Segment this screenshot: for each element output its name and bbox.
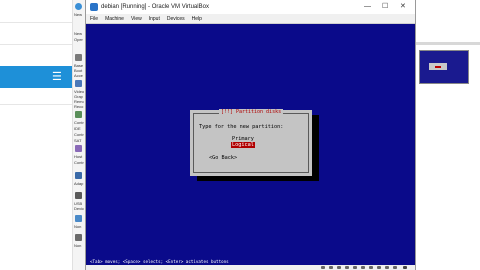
details-item: Contr xyxy=(74,132,84,137)
mouse-status-icon[interactable] xyxy=(385,266,389,269)
vm-menu-icon[interactable]: ☰ xyxy=(52,70,64,84)
hdd-status-icon[interactable] xyxy=(321,266,325,269)
audio-icon xyxy=(75,145,82,152)
menu-bar: File Machine View Input Devices Help xyxy=(86,14,415,24)
menu-file[interactable]: File xyxy=(90,16,98,22)
display-icon xyxy=(75,80,82,87)
installer-help-line: <Tab> moves; <Space> selects; <Enter> ac… xyxy=(87,258,414,265)
details-item: New xyxy=(74,31,83,36)
menu-devices[interactable]: Devices xyxy=(167,16,185,22)
window-title: debian [Running] - Oracle VM VirtualBox xyxy=(101,4,209,10)
details-item: Acce xyxy=(74,73,83,78)
maximize-button[interactable]: ☐ xyxy=(382,2,388,12)
go-back-button[interactable]: <Go Back> xyxy=(209,155,237,161)
details-item: Reco xyxy=(74,104,84,109)
menu-machine[interactable]: Machine xyxy=(105,16,124,22)
host-key-indicator xyxy=(403,266,407,269)
display-status-icon[interactable] xyxy=(369,266,373,269)
details-item: Adap xyxy=(74,181,84,186)
vm-status-bar xyxy=(86,265,415,270)
details-item: Devic xyxy=(74,206,84,211)
manager-preview-panel xyxy=(414,0,480,270)
details-item: IDE xyxy=(74,126,81,131)
details-item: Oper xyxy=(74,37,83,42)
capture-status-icon[interactable] xyxy=(377,266,381,269)
system-icon xyxy=(75,54,82,61)
minimize-button[interactable]: — xyxy=(364,2,371,12)
menu-input[interactable]: Input xyxy=(149,16,160,22)
menu-help[interactable]: Help xyxy=(192,16,202,22)
option-logical[interactable]: Logical xyxy=(231,142,255,148)
details-item: Non xyxy=(74,243,82,248)
vm-window: debian [Running] - Oracle VM VirtualBox … xyxy=(85,0,416,270)
shared-folder-status-icon[interactable] xyxy=(361,266,365,269)
tools-icon[interactable] xyxy=(75,3,82,10)
preview-header-bar xyxy=(414,42,480,45)
details-item: New xyxy=(74,12,83,17)
vm-display[interactable]: [!!] Partition disks Type for the new pa… xyxy=(87,24,414,260)
manager-vm-list xyxy=(0,0,72,270)
audio-status-icon[interactable] xyxy=(337,266,341,269)
title-bar[interactable]: debian [Running] - Oracle VM VirtualBox … xyxy=(86,0,415,14)
storage-icon xyxy=(75,111,82,118)
dialog-title-text: [!!] Partition disks xyxy=(218,109,284,115)
shared-folders-icon xyxy=(75,215,82,222)
close-button[interactable]: ✕ xyxy=(400,2,406,12)
network-icon xyxy=(75,172,82,179)
preview-selection-thumbnail xyxy=(435,66,441,68)
dialog-title: [!!] Partition disks xyxy=(190,109,312,115)
usb-status-icon[interactable] xyxy=(353,266,357,269)
optical-status-icon[interactable] xyxy=(329,266,333,269)
details-item: Non xyxy=(74,224,82,229)
manager-divider xyxy=(0,44,72,45)
menu-view[interactable]: View xyxy=(131,16,142,22)
details-item: Contr xyxy=(74,120,84,125)
manager-divider xyxy=(0,22,72,23)
network-status-icon[interactable] xyxy=(345,266,349,269)
manager-divider xyxy=(0,104,72,105)
usb-icon xyxy=(75,192,82,199)
keyboard-status-icon[interactable] xyxy=(393,266,397,269)
dialog-prompt: Type for the new partition: xyxy=(199,124,284,130)
partition-dialog: [!!] Partition disks Type for the new pa… xyxy=(190,109,312,176)
details-item: Contr xyxy=(74,160,84,165)
virtualbox-icon xyxy=(90,3,98,11)
description-icon xyxy=(75,234,82,241)
details-item: SAT xyxy=(74,138,82,143)
details-item: Host xyxy=(74,154,83,159)
